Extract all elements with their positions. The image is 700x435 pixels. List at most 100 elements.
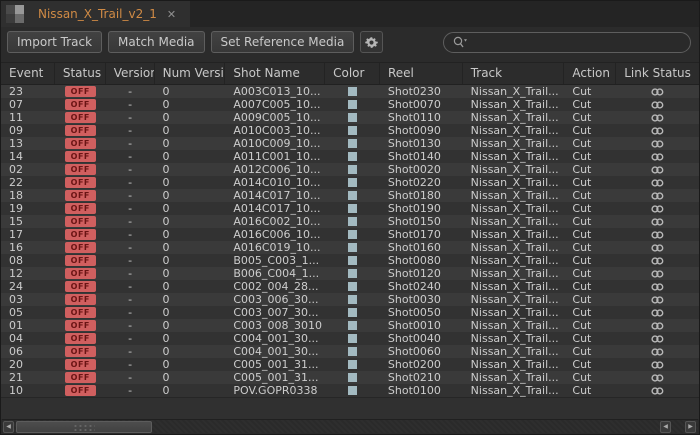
color-swatch[interactable] xyxy=(348,295,357,304)
scrollbar-thumb[interactable] xyxy=(16,421,152,433)
table-row[interactable]: 01 OFF - 0 C003_008_3010 Shot0010 Nissan… xyxy=(1,319,699,332)
cell-link-status xyxy=(616,256,699,266)
status-off-badge[interactable]: OFF xyxy=(65,333,96,344)
status-off-badge[interactable]: OFF xyxy=(65,164,96,175)
status-off-badge[interactable]: OFF xyxy=(65,112,96,123)
status-off-badge[interactable]: OFF xyxy=(65,138,96,149)
color-swatch[interactable] xyxy=(348,178,357,187)
status-off-badge[interactable]: OFF xyxy=(65,268,96,279)
tab-nissan-x-trail[interactable]: Nissan_X_Trail_v2_1 ✕ xyxy=(30,1,188,27)
table-row[interactable]: 09 OFF - 0 A010C003_10... Shot0090 Nissa… xyxy=(1,124,699,137)
cell-track: Nissan_X_Trail... xyxy=(463,228,565,241)
status-off-badge[interactable]: OFF xyxy=(65,294,96,305)
color-swatch[interactable] xyxy=(348,139,357,148)
color-swatch[interactable] xyxy=(348,334,357,343)
close-icon[interactable]: ✕ xyxy=(167,9,176,20)
color-swatch[interactable] xyxy=(348,243,357,252)
search-icon xyxy=(452,36,468,49)
table-row[interactable]: 04 OFF - 0 C004_001_30... Shot0040 Nissa… xyxy=(1,332,699,345)
cell-num-versions: 0 xyxy=(155,267,226,280)
column-header-shot-name[interactable]: Shot Name xyxy=(225,63,325,84)
color-swatch[interactable] xyxy=(348,269,357,278)
table-row[interactable]: 10 OFF - 0 POV.GOPR0338 Shot0100 Nissan_… xyxy=(1,384,699,397)
color-swatch[interactable] xyxy=(348,165,357,174)
status-off-badge[interactable]: OFF xyxy=(65,216,96,227)
column-header-color[interactable]: Color xyxy=(325,63,380,84)
color-swatch[interactable] xyxy=(348,347,357,356)
horizontal-scrollbar[interactable]: ◀ ◀ ▶ xyxy=(2,419,698,433)
column-header-version[interactable]: Version xyxy=(106,63,155,84)
table-row[interactable]: 14 OFF - 0 A011C001_10... Shot0140 Nissa… xyxy=(1,150,699,163)
table-row[interactable]: 16 OFF - 0 A016C019_10... Shot0160 Nissa… xyxy=(1,241,699,254)
column-header-status[interactable]: Status xyxy=(55,63,106,84)
color-swatch[interactable] xyxy=(348,282,357,291)
color-swatch[interactable] xyxy=(348,360,357,369)
table-row[interactable]: 21 OFF - 0 C005_001_31... Shot0210 Nissa… xyxy=(1,371,699,384)
table-row[interactable]: 05 OFF - 0 C003_007_30... Shot0050 Nissa… xyxy=(1,306,699,319)
status-off-badge[interactable]: OFF xyxy=(65,242,96,253)
table-row[interactable]: 03 OFF - 0 C003_006_30... Shot0030 Nissa… xyxy=(1,293,699,306)
status-off-badge[interactable]: OFF xyxy=(65,281,96,292)
status-off-badge[interactable]: OFF xyxy=(65,372,96,383)
table-row[interactable]: 07 OFF - 0 A007C005_10... Shot0070 Nissa… xyxy=(1,98,699,111)
scroll-left-button-2[interactable]: ◀ xyxy=(660,421,671,433)
import-track-button[interactable]: Import Track xyxy=(7,31,102,53)
color-swatch[interactable] xyxy=(348,87,357,96)
status-off-badge[interactable]: OFF xyxy=(65,307,96,318)
status-off-badge[interactable]: OFF xyxy=(65,320,96,331)
table-row[interactable]: 08 OFF - 0 B005_C003_1... Shot0080 Nissa… xyxy=(1,254,699,267)
color-swatch[interactable] xyxy=(348,113,357,122)
status-off-badge[interactable]: OFF xyxy=(65,385,96,396)
set-reference-media-button[interactable]: Set Reference Media xyxy=(211,31,355,53)
status-off-badge[interactable]: OFF xyxy=(65,190,96,201)
column-header-track[interactable]: Track xyxy=(463,63,565,84)
status-off-badge[interactable]: OFF xyxy=(65,125,96,136)
color-swatch[interactable] xyxy=(348,230,357,239)
status-off-badge[interactable]: OFF xyxy=(65,99,96,110)
table-row[interactable]: 20 OFF - 0 C005_001_31... Shot0200 Nissa… xyxy=(1,358,699,371)
color-swatch[interactable] xyxy=(348,204,357,213)
match-media-button[interactable]: Match Media xyxy=(108,31,204,53)
gear-icon[interactable] xyxy=(360,31,383,53)
table-row[interactable]: 18 OFF - 0 A014C017_10... Shot0180 Nissa… xyxy=(1,189,699,202)
table-row[interactable]: 17 OFF - 0 A016C006_10... Shot0170 Nissa… xyxy=(1,228,699,241)
status-off-badge[interactable]: OFF xyxy=(65,177,96,188)
status-off-badge[interactable]: OFF xyxy=(65,86,96,97)
status-off-badge[interactable]: OFF xyxy=(65,346,96,357)
status-off-badge[interactable]: OFF xyxy=(65,203,96,214)
color-swatch[interactable] xyxy=(348,256,357,265)
table-row[interactable]: 23 OFF - 0 A003C013_10... Shot0230 Nissa… xyxy=(1,85,699,98)
table-row[interactable]: 19 OFF - 0 A014C017_10... Shot0190 Nissa… xyxy=(1,202,699,215)
column-header-link-status[interactable]: Link Status xyxy=(616,63,699,84)
table-row[interactable]: 13 OFF - 0 A010C009_10... Shot0130 Nissa… xyxy=(1,137,699,150)
column-header-reel[interactable]: Reel xyxy=(380,63,463,84)
column-header-num-versions[interactable]: Num Versio xyxy=(155,63,226,84)
table-row[interactable]: 15 OFF - 0 A016C002_10... Shot0150 Nissa… xyxy=(1,215,699,228)
color-swatch[interactable] xyxy=(348,100,357,109)
search-input[interactable] xyxy=(472,35,682,49)
color-swatch[interactable] xyxy=(348,217,357,226)
status-off-badge[interactable]: OFF xyxy=(65,229,96,240)
color-swatch[interactable] xyxy=(348,152,357,161)
column-header-event[interactable]: Event xyxy=(1,63,55,84)
table-row[interactable]: 06 OFF - 0 C004_001_30... Shot0060 Nissa… xyxy=(1,345,699,358)
color-swatch[interactable] xyxy=(348,308,357,317)
table-row[interactable]: 12 OFF - 0 B006_C004_1... Shot0120 Nissa… xyxy=(1,267,699,280)
cell-num-versions: 0 xyxy=(155,241,226,254)
status-off-badge[interactable]: OFF xyxy=(65,151,96,162)
status-off-badge[interactable]: OFF xyxy=(65,359,96,370)
scroll-left-button[interactable]: ◀ xyxy=(3,421,14,433)
color-swatch[interactable] xyxy=(348,126,357,135)
search-field[interactable] xyxy=(443,32,691,53)
column-header-action[interactable]: Action xyxy=(564,63,616,84)
scroll-right-button[interactable]: ▶ xyxy=(685,421,696,433)
color-swatch[interactable] xyxy=(348,373,357,382)
table-row[interactable]: 22 OFF - 0 A014C010_10... Shot0220 Nissa… xyxy=(1,176,699,189)
color-swatch[interactable] xyxy=(348,386,357,395)
table-row[interactable]: 24 OFF - 0 C002_004_28... Shot0240 Nissa… xyxy=(1,280,699,293)
color-swatch[interactable] xyxy=(348,321,357,330)
table-row[interactable]: 02 OFF - 0 A012C006_10... Shot0020 Nissa… xyxy=(1,163,699,176)
status-off-badge[interactable]: OFF xyxy=(65,255,96,266)
table-row[interactable]: 11 OFF - 0 A009C005_10... Shot0110 Nissa… xyxy=(1,111,699,124)
color-swatch[interactable] xyxy=(348,191,357,200)
